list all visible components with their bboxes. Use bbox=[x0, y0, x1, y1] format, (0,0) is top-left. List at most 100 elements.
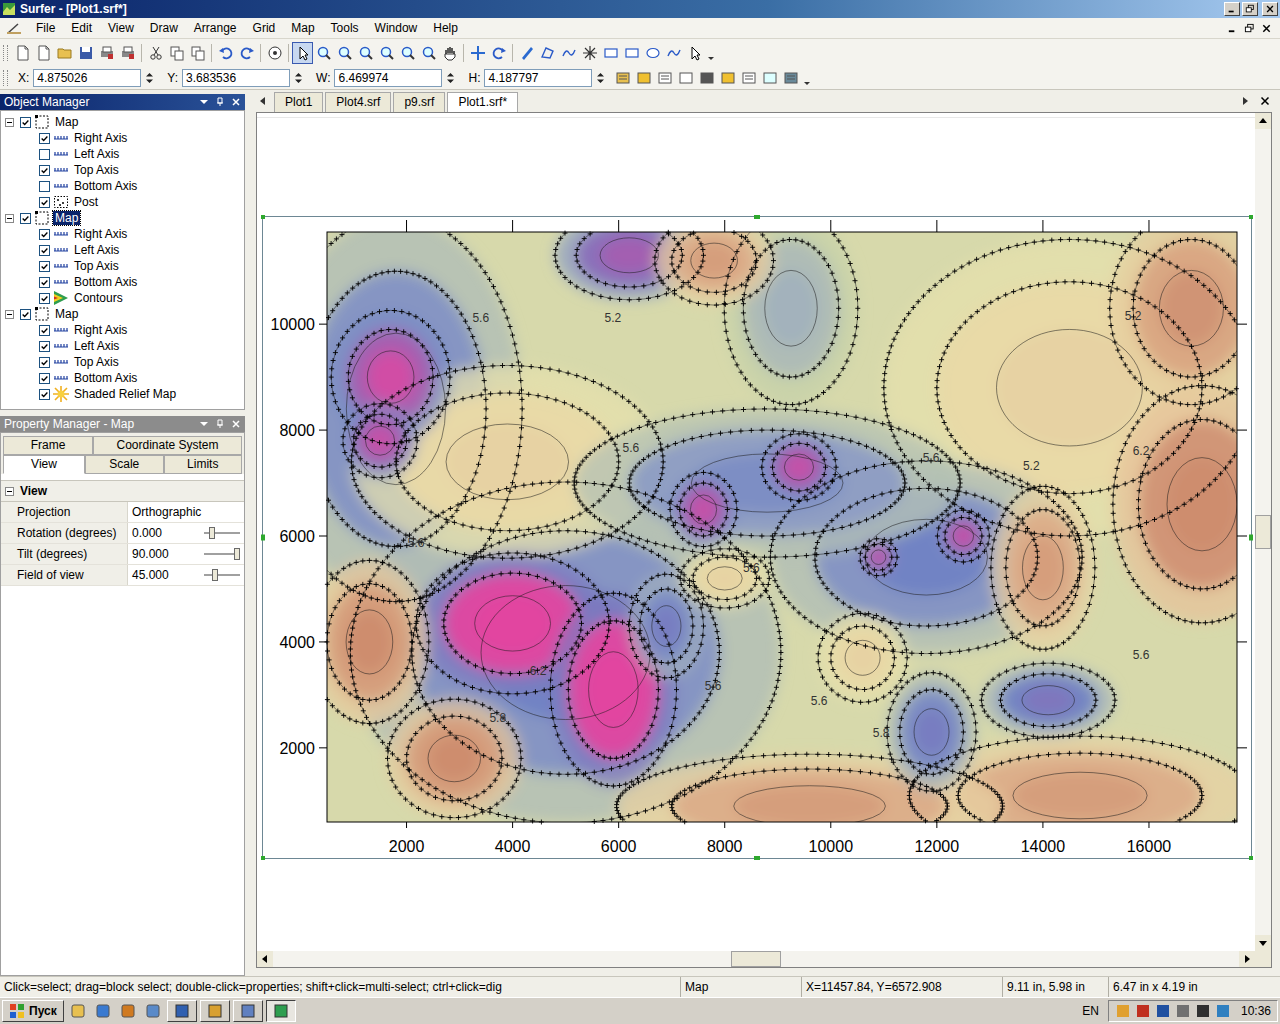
toolbar-button[interactable] bbox=[334, 42, 355, 64]
tray-icon[interactable] bbox=[1155, 1003, 1171, 1019]
visibility-checkbox[interactable] bbox=[39, 325, 50, 336]
toolbar-button[interactable] bbox=[738, 69, 759, 87]
resize-handle[interactable] bbox=[754, 215, 760, 219]
property-value[interactable]: Orthographic bbox=[127, 502, 244, 522]
scroll-right-icon[interactable] bbox=[1240, 96, 1250, 106]
tray-icon[interactable] bbox=[1175, 1003, 1191, 1019]
visibility-checkbox[interactable] bbox=[39, 389, 50, 400]
expand-toggle[interactable] bbox=[5, 118, 14, 127]
resize-handle[interactable] bbox=[261, 535, 265, 541]
toolbar-button[interactable] bbox=[75, 42, 96, 64]
tree-item[interactable]: Right Axis bbox=[1, 226, 244, 242]
tree-item[interactable]: Right Axis bbox=[1, 322, 244, 338]
property-tab[interactable]: View bbox=[3, 455, 85, 474]
scroll-up-icon[interactable] bbox=[1255, 113, 1271, 129]
toolbar-button[interactable] bbox=[376, 42, 397, 64]
coordinate-input[interactable]: 4.875026 bbox=[33, 69, 141, 87]
horizontal-scrollbar[interactable] bbox=[257, 951, 1255, 967]
toolbar-button[interactable] bbox=[117, 42, 138, 64]
coordinate-input[interactable]: 3.683536 bbox=[182, 69, 290, 87]
tray-icon[interactable] bbox=[1195, 1003, 1211, 1019]
spinner[interactable] bbox=[143, 69, 155, 87]
minimize-button[interactable] bbox=[1224, 2, 1240, 16]
menu-item[interactable]: Arrange bbox=[186, 19, 245, 37]
toolbar-button[interactable] bbox=[663, 42, 684, 64]
visibility-checkbox[interactable] bbox=[39, 165, 50, 176]
slider-thumb[interactable] bbox=[209, 527, 215, 539]
pin-icon[interactable] bbox=[215, 419, 225, 429]
plot-canvas[interactable]: 5.65.25.26.25.65.65.25.65.66.25.85.65.65… bbox=[257, 113, 1255, 951]
toolbar-overflow[interactable] bbox=[707, 44, 715, 62]
toolbar-button[interactable] bbox=[292, 42, 313, 64]
close-button[interactable] bbox=[1262, 2, 1278, 16]
taskbar-button[interactable] bbox=[233, 1000, 263, 1022]
resize-handle[interactable] bbox=[261, 215, 265, 219]
property-slider[interactable] bbox=[204, 547, 240, 561]
panel-splitter[interactable] bbox=[245, 90, 250, 976]
tray-icon[interactable] bbox=[1135, 1003, 1151, 1019]
tree-item[interactable]: Left Axis bbox=[1, 338, 244, 354]
visibility-checkbox[interactable] bbox=[20, 213, 31, 224]
expand-toggle[interactable] bbox=[5, 310, 14, 319]
toolbar-button[interactable] bbox=[12, 42, 33, 64]
slider-thumb[interactable] bbox=[212, 569, 218, 581]
toolbar-button[interactable] bbox=[675, 69, 696, 87]
resize-handle[interactable] bbox=[1249, 856, 1253, 860]
visibility-checkbox[interactable] bbox=[20, 117, 31, 128]
toolbar-button[interactable] bbox=[215, 42, 236, 64]
visibility-checkbox[interactable] bbox=[39, 293, 50, 304]
visibility-checkbox[interactable] bbox=[39, 373, 50, 384]
property-tab[interactable]: Limits bbox=[164, 455, 243, 474]
start-button[interactable]: Пуск bbox=[2, 1000, 64, 1022]
property-slider[interactable] bbox=[204, 568, 240, 582]
visibility-checkbox[interactable] bbox=[20, 309, 31, 320]
scroll-down-icon[interactable] bbox=[1255, 935, 1271, 951]
close-icon[interactable] bbox=[231, 419, 241, 429]
toolbar-button[interactable] bbox=[96, 42, 117, 64]
menu-item[interactable]: File bbox=[28, 19, 63, 37]
document-tab[interactable]: p9.srf bbox=[393, 92, 445, 112]
toolbar-button[interactable] bbox=[579, 42, 600, 64]
scroll-left-icon[interactable] bbox=[257, 951, 273, 967]
tree-item[interactable]: Right Axis bbox=[1, 130, 244, 146]
visibility-checkbox[interactable] bbox=[39, 277, 50, 288]
quick-launch-button[interactable] bbox=[142, 1000, 164, 1022]
visibility-checkbox[interactable] bbox=[39, 245, 50, 256]
menu-item[interactable]: Grid bbox=[245, 19, 284, 37]
property-value[interactable]: 45.000 bbox=[127, 565, 244, 585]
taskbar-button[interactable] bbox=[266, 1000, 296, 1022]
visibility-checkbox[interactable] bbox=[39, 229, 50, 240]
tree-item[interactable]: Map bbox=[1, 114, 244, 130]
menu-item[interactable]: Help bbox=[425, 19, 466, 37]
toolbar-button[interactable] bbox=[558, 42, 579, 64]
toolbar-button[interactable] bbox=[621, 42, 642, 64]
toolbar-button[interactable] bbox=[717, 69, 738, 87]
tree-item[interactable]: Top Axis bbox=[1, 258, 244, 274]
toolbar-button[interactable] bbox=[187, 42, 208, 64]
tree-item[interactable]: Map bbox=[1, 210, 244, 226]
toolbar-button[interactable] bbox=[654, 69, 675, 87]
taskbar-button[interactable] bbox=[200, 1000, 230, 1022]
expand-toggle[interactable] bbox=[5, 214, 14, 223]
visibility-checkbox[interactable] bbox=[39, 133, 50, 144]
visibility-checkbox[interactable] bbox=[39, 149, 50, 160]
menu-item[interactable]: Edit bbox=[63, 19, 100, 37]
spinner[interactable] bbox=[444, 69, 456, 87]
slider-thumb[interactable] bbox=[234, 548, 240, 560]
menu-item[interactable]: Window bbox=[367, 19, 426, 37]
close-icon[interactable] bbox=[231, 97, 241, 107]
tree-item[interactable]: Left Axis bbox=[1, 146, 244, 162]
property-slider[interactable] bbox=[204, 526, 240, 540]
toolbar-button[interactable] bbox=[612, 69, 633, 87]
quick-launch-button[interactable] bbox=[67, 1000, 89, 1022]
document-menu-icon[interactable] bbox=[6, 21, 22, 35]
toolbar-button[interactable] bbox=[537, 42, 558, 64]
tree-item[interactable]: Left Axis bbox=[1, 242, 244, 258]
visibility-checkbox[interactable] bbox=[39, 261, 50, 272]
tree-item[interactable]: Bottom Axis bbox=[1, 178, 244, 194]
tree-item[interactable]: Post bbox=[1, 194, 244, 210]
visibility-checkbox[interactable] bbox=[39, 341, 50, 352]
property-value[interactable]: 0.000 bbox=[127, 523, 244, 543]
toolbar-button[interactable] bbox=[355, 42, 376, 64]
close-document-icon[interactable] bbox=[1260, 96, 1270, 106]
